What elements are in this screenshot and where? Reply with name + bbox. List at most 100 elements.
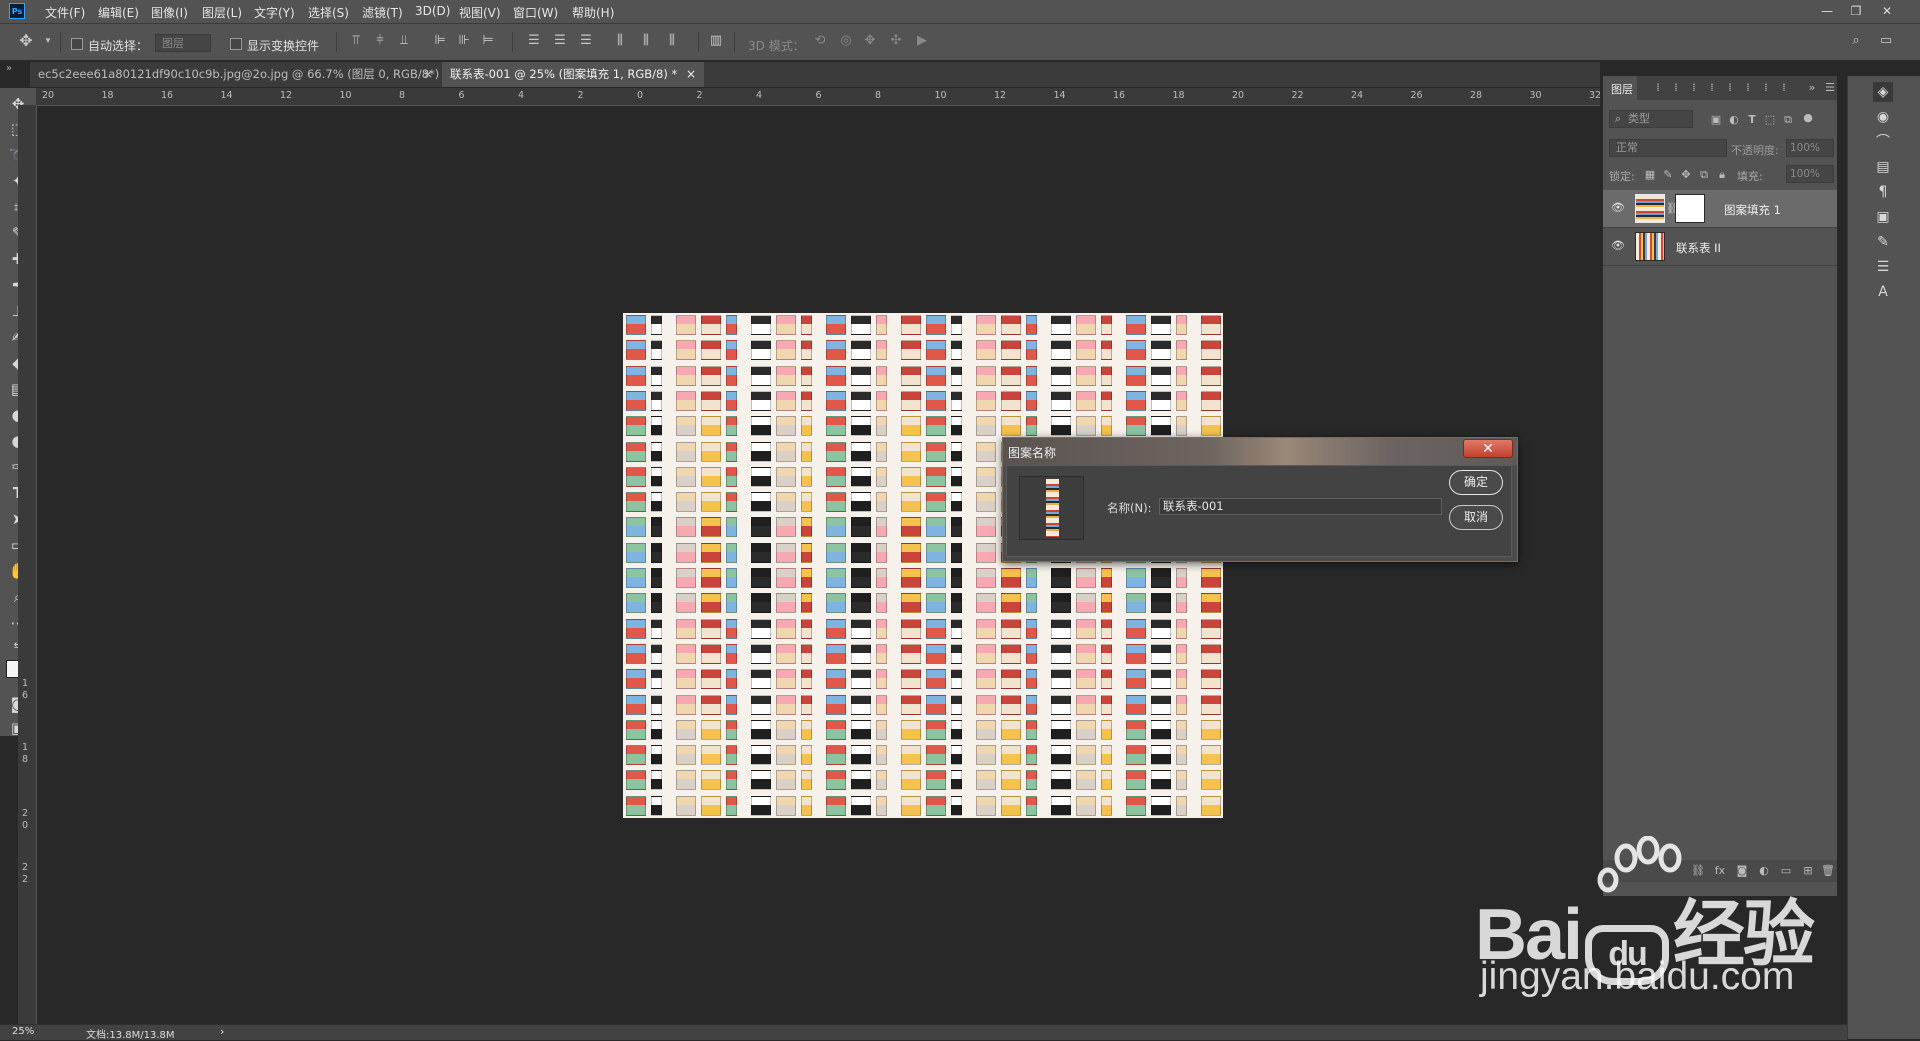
align-right-icon[interactable]: ⊨ <box>480 33 496 49</box>
search-icon[interactable]: ⌕ <box>1848 33 1864 49</box>
lock-position-icon[interactable]: ✥ <box>1679 168 1693 182</box>
menu-help[interactable]: 帮助(H) <box>572 4 614 21</box>
filter-pixel-icon[interactable]: ▣ <box>1709 113 1723 127</box>
restore-icon[interactable]: ❐ <box>1845 2 1867 20</box>
filter-smart-icon[interactable]: ⧉ <box>1781 113 1795 127</box>
paragraph-dock-icon[interactable]: ¶ <box>1873 182 1893 202</box>
menu-filter[interactable]: 滤镜(T) <box>362 4 403 21</box>
libraries-dock-icon[interactable]: ▣ <box>1873 207 1893 227</box>
lock-transparent-icon[interactable]: ▦ <box>1643 168 1657 182</box>
visibility-eye-icon[interactable]: 👁︎ <box>1611 202 1625 214</box>
link-icon[interactable]: ⛓︎ <box>1666 202 1680 216</box>
menu-window[interactable]: 窗口(W) <box>513 4 558 21</box>
roll-3d-icon[interactable]: ◎ <box>838 33 854 49</box>
move-tool-icon[interactable]: ✥ <box>18 33 34 49</box>
camera-3d-icon[interactable]: ▶ <box>914 33 930 49</box>
auto-select-dropdown[interactable]: 图层 <box>155 34 211 52</box>
blend-mode-dropdown[interactable]: 正常 <box>1609 139 1727 157</box>
visibility-eye-icon[interactable]: 👁︎ <box>1611 240 1625 252</box>
layers-dock-icon[interactable]: ◈ <box>1873 82 1893 102</box>
menu-file[interactable]: 文件(F) <box>45 4 85 21</box>
tab-actions-icon[interactable]: ⁞ <box>1759 81 1773 95</box>
menu-layer[interactable]: 图层(L) <box>202 4 242 21</box>
panel-menu-icon[interactable]: ☰ <box>1823 81 1837 95</box>
lock-artboard-icon[interactable]: ⧉ <box>1697 168 1711 182</box>
pattern-tile <box>801 795 812 816</box>
fill-input[interactable]: 100% <box>1786 165 1834 183</box>
tab-styles-icon[interactable]: ⁞ <box>1741 81 1755 95</box>
pattern-tile <box>851 542 871 563</box>
chevron-right-icon[interactable]: › <box>220 1025 224 1038</box>
layer-row-contact-sheet[interactable]: 👁︎ 联系表 II <box>1603 228 1837 266</box>
distribute-left-icon[interactable]: ⫼ <box>612 33 628 49</box>
menu-image[interactable]: 图像(I) <box>151 4 188 21</box>
ruler-tick: 2 <box>22 808 29 819</box>
menu-edit[interactable]: 编辑(E) <box>98 4 139 21</box>
tab-channels-icon[interactable]: ⁞ <box>1651 81 1665 95</box>
character-dock-icon[interactable]: A <box>1873 282 1893 302</box>
filter-shape-icon[interactable]: ⬚ <box>1763 113 1777 127</box>
filter-adjustment-icon[interactable]: ◐ <box>1727 113 1741 127</box>
ok-button[interactable]: 确定 <box>1449 470 1503 495</box>
expand-panel-icon[interactable]: » <box>1805 81 1819 95</box>
tab-paths-icon[interactable]: ⁞ <box>1669 81 1683 95</box>
minimize-icon[interactable]: — <box>1816 2 1838 20</box>
auto-align-icon[interactable]: ▥ <box>708 33 724 49</box>
tab-history-icon[interactable]: ⁞ <box>1705 81 1719 95</box>
dialog-title-bar[interactable]: 图案名称 ✕ <box>1003 438 1517 465</box>
pattern-tile <box>776 315 796 335</box>
orbit-3d-icon[interactable]: ⟲ <box>812 33 828 49</box>
pattern-tile <box>726 441 737 462</box>
align-vcenter-icon[interactable]: ⫩ <box>372 33 388 49</box>
pattern-tile <box>801 340 812 361</box>
tab-document-2[interactable]: 联系表-001 @ 25% (图案填充 1, RGB/8) * × <box>442 62 704 87</box>
filter-toggle-icon[interactable]: ● <box>1801 111 1815 125</box>
menu-3d[interactable]: 3D(D) <box>415 4 450 18</box>
pan-3d-icon[interactable]: ✥ <box>862 33 878 49</box>
close-window-icon[interactable]: ✕ <box>1876 2 1898 20</box>
pattern-tile <box>676 441 696 462</box>
align-bottom-icon[interactable]: ⫫ <box>396 33 412 49</box>
distribute-top-icon[interactable]: ☰ <box>526 33 542 49</box>
align-top-icon[interactable]: ⫪ <box>348 33 364 49</box>
close-icon[interactable]: ✕ <box>1463 439 1513 458</box>
chevron-down-icon[interactable]: ▾ <box>40 33 56 49</box>
workspace-icon[interactable]: ▭ <box>1878 33 1894 49</box>
properties-dock-icon[interactable]: ▤ <box>1873 157 1893 177</box>
collapse-toolbar-icon[interactable]: » <box>6 63 12 74</box>
distribute-hcenter-icon[interactable]: ⫼ <box>638 33 654 49</box>
pattern-tile <box>826 745 846 766</box>
zoom-level[interactable]: 25% <box>12 1026 34 1037</box>
tab-adjust-icon[interactable]: ⁞ <box>1687 81 1701 95</box>
distribute-right-icon[interactable]: ⫼ <box>664 33 680 49</box>
pattern-tile <box>1076 795 1096 816</box>
tab-character-icon[interactable]: ⁞ <box>1777 81 1791 95</box>
align-left-icon[interactable]: ⊫ <box>432 33 448 49</box>
slide-3d-icon[interactable]: ✣ <box>888 33 904 49</box>
delete-layer-icon[interactable]: 🗑︎ <box>1821 864 1835 878</box>
tab-document-1[interactable]: ec5c2eee61a80121df90c10c9b.jpg@2o.jpg @ … <box>30 62 441 87</box>
brushes-dock-icon[interactable]: ✎ <box>1873 232 1893 252</box>
close-tab-icon[interactable]: × <box>423 62 433 87</box>
cancel-button[interactable]: 取消 <box>1449 505 1503 530</box>
distribute-bottom-icon[interactable]: ☰ <box>578 33 594 49</box>
document-canvas[interactable] <box>623 313 1223 818</box>
pattern-name-input[interactable]: 联系表-001 <box>1159 498 1442 515</box>
show-transform-checkbox[interactable] <box>230 38 242 50</box>
close-tab-icon[interactable]: × <box>686 62 696 87</box>
lock-image-icon[interactable]: ✎ <box>1661 168 1675 182</box>
menu-view[interactable]: 视图(V) <box>459 4 501 21</box>
filter-type-icon[interactable]: T <box>1745 113 1759 127</box>
opacity-input[interactable]: 100% <box>1786 139 1834 157</box>
menu-type[interactable]: 文字(Y) <box>254 4 295 21</box>
distribute-vcenter-icon[interactable]: ☰ <box>552 33 568 49</box>
lock-all-icon[interactable]: 🔒︎ <box>1715 168 1729 182</box>
adjustments-dock-icon[interactable]: ☰ <box>1873 257 1893 277</box>
channels-dock-icon[interactable]: ◉ <box>1873 107 1893 127</box>
tab-swatches-icon[interactable]: ⁞ <box>1723 81 1737 95</box>
auto-select-checkbox[interactable] <box>71 38 83 50</box>
layer-row-pattern-fill[interactable]: 👁︎ ⛓︎ 图案填充 1 <box>1603 190 1837 228</box>
align-hcenter-icon[interactable]: ⊪ <box>456 33 472 49</box>
menu-select[interactable]: 选择(S) <box>308 4 349 21</box>
paths-dock-icon[interactable]: ⌒ <box>1873 132 1893 152</box>
